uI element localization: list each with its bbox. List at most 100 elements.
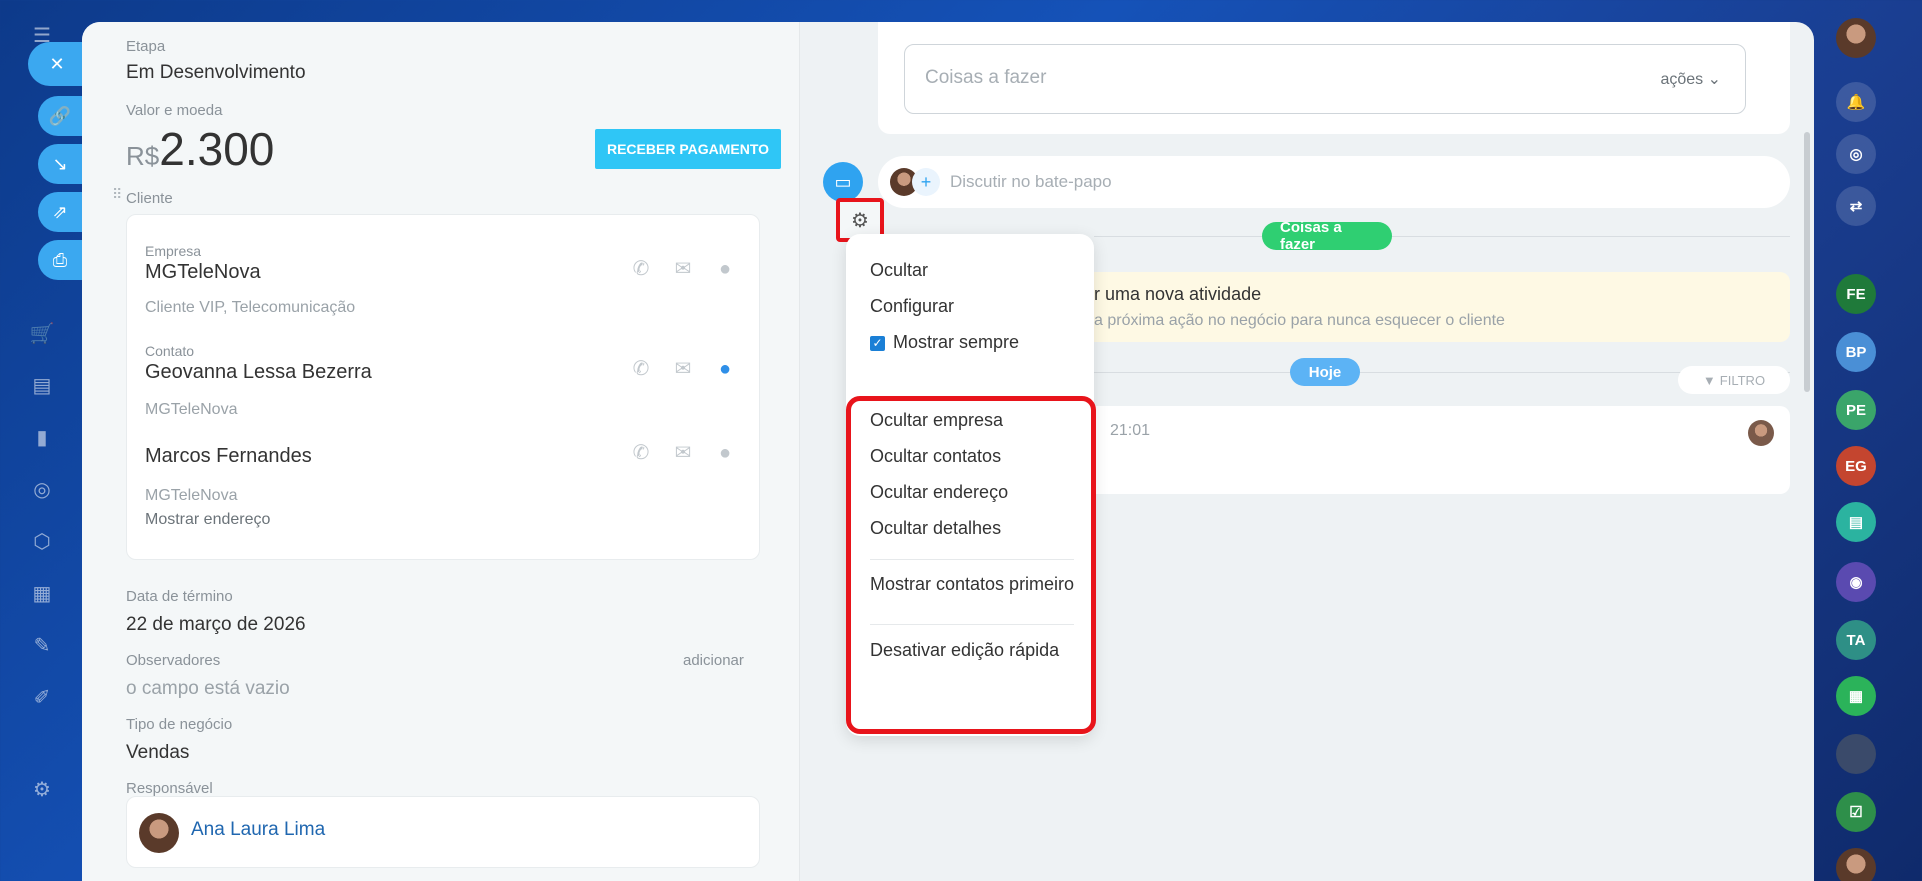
edit-icon[interactable]: ✐: [28, 684, 56, 712]
company-subtitle: Cliente VIP, Telecomunicação: [145, 299, 356, 316]
checkbox-checked-icon[interactable]: ✓: [870, 336, 885, 351]
pen-icon[interactable]: ✎: [28, 632, 56, 660]
mail-icon[interactable]: ✉: [671, 257, 695, 281]
chat-icon[interactable]: ●: [713, 357, 737, 381]
client-label: Cliente: [126, 190, 173, 207]
group-icon[interactable]: ◉: [1836, 562, 1876, 602]
avatar[interactable]: [1836, 734, 1876, 774]
phone-icon[interactable]: ✆: [629, 441, 653, 465]
checkbox-icon[interactable]: ☑: [1836, 792, 1876, 832]
todo-input[interactable]: Coisas a fazer ações ⌄: [904, 44, 1746, 114]
todo-placeholder: Coisas a fazer: [925, 67, 1047, 88]
today-badge: Hoje: [1290, 358, 1360, 386]
client-card: Empresa MGTeleNova ✆ ✉ ● Cliente VIP, Te…: [126, 214, 760, 560]
cart-icon[interactable]: 🛒: [28, 320, 56, 348]
contact-2-actions: ✆ ✉ ●: [629, 441, 737, 465]
amount: 2.300: [159, 123, 275, 175]
receive-payment-button[interactable]: RECEBER PAGAMENTO: [595, 129, 781, 169]
stage-label: Etapa: [126, 38, 166, 55]
stage-value[interactable]: Em Desenvolvimento: [126, 62, 306, 84]
phone-icon[interactable]: ✆: [629, 357, 653, 381]
deal-type-label: Tipo de negócio: [126, 716, 233, 733]
avatar: [1748, 420, 1774, 446]
menu-item-show-always[interactable]: ✓ Mostrar sempre: [870, 332, 1019, 353]
arrow-down-right-icon: ↘: [52, 153, 68, 174]
mail-icon[interactable]: ✉: [671, 441, 695, 465]
filter-button[interactable]: ▼ FILTRO: [1678, 366, 1790, 394]
avatar-pe[interactable]: PE: [1836, 390, 1876, 430]
observers-value[interactable]: o campo está vazio: [126, 678, 290, 700]
chat-placeholder: Discutir no bate-papo: [950, 172, 1112, 191]
todo-actions-label: ações: [1660, 71, 1704, 88]
timeline-divider: [1094, 236, 1790, 237]
mail-icon[interactable]: ✉: [671, 357, 695, 381]
contact-name[interactable]: Geovanna Lessa Bezerra: [145, 361, 372, 384]
avatar[interactable]: [1836, 18, 1876, 58]
phone-icon[interactable]: ✆: [629, 257, 653, 281]
deal-type-value[interactable]: Vendas: [126, 742, 189, 764]
contact-2-subtitle: MGTeleNova: [145, 487, 238, 504]
activity-icon[interactable]: ◎: [1836, 134, 1876, 174]
avatar-eg[interactable]: EG: [1836, 446, 1876, 486]
show-always-label: Mostrar sempre: [893, 332, 1020, 352]
open-new-window-button[interactable]: ⇗: [38, 192, 82, 232]
right-navigation: 🔔 ◎ ⇄ FE BP PE EG ▤ ◉ TA ▦ ☑: [1814, 0, 1922, 881]
menu-item-configure[interactable]: Configurar: [870, 296, 954, 317]
history-time: 21:01: [1110, 422, 1151, 439]
card-icon[interactable]: ▤: [28, 372, 56, 400]
bell-icon[interactable]: 🔔: [1836, 82, 1876, 122]
deal-fields-column: Etapa Em Desenvolvimento Valor e moeda R…: [82, 22, 800, 881]
avatar[interactable]: [1836, 848, 1876, 881]
avatar-ta[interactable]: TA: [1836, 620, 1876, 660]
store-icon[interactable]: ▦: [28, 580, 56, 608]
deal-slider: Etapa Em Desenvolvimento Valor e moeda R…: [82, 22, 1814, 881]
filter-icon: ▼: [1702, 372, 1716, 388]
history-card: 21:01: [1094, 406, 1790, 494]
link-icon: 🔗: [48, 105, 72, 126]
amount-value[interactable]: R$2.300: [126, 122, 274, 176]
exchange-icon[interactable]: ⇄: [1836, 186, 1876, 226]
contact-actions: ✆ ✉ ●: [629, 357, 737, 381]
close-icon: ✕: [49, 53, 65, 74]
show-address-link[interactable]: Mostrar endereço: [145, 511, 270, 529]
chat-bar[interactable]: + Discutir no bate-papo: [878, 156, 1790, 208]
add-participant-icon[interactable]: +: [912, 168, 940, 196]
chat-icon[interactable]: ●: [713, 441, 737, 465]
responsible-name[interactable]: Ana Laura Lima: [191, 819, 325, 841]
contact-name-2[interactable]: Marcos Fernandes: [145, 445, 312, 468]
external-link-icon: ⇗: [52, 201, 68, 222]
add-observer-link[interactable]: adicionar: [683, 652, 744, 669]
avatar-bp[interactable]: BP: [1836, 332, 1876, 372]
chat-icon[interactable]: ●: [713, 257, 737, 281]
task-list-icon[interactable]: ▦: [1836, 676, 1876, 716]
activity-subtitle: a próxima ação no negócio para nunca esq…: [1094, 312, 1505, 329]
new-activity-box[interactable]: r uma nova atividade a próxima ação no n…: [1094, 272, 1790, 342]
chat-group-icon[interactable]: ▤: [1836, 502, 1876, 542]
settings-icon[interactable]: ⚙: [28, 776, 56, 804]
avatar-fe[interactable]: FE: [1836, 274, 1876, 314]
menu-item-hide[interactable]: Ocultar: [870, 260, 928, 281]
todo-panel: Coisas a fazer ações ⌄: [878, 22, 1790, 134]
responsible-card: Ana Laura Lima: [126, 796, 760, 868]
print-button[interactable]: ⎙: [38, 240, 82, 280]
robot-icon[interactable]: ◎: [28, 476, 56, 504]
amount-label: Valor e moeda: [126, 102, 223, 119]
activity-title: r uma nova atividade: [1094, 284, 1262, 304]
chart-icon[interactable]: ▮: [28, 424, 56, 452]
highlight-frame: [846, 396, 1096, 734]
box-icon[interactable]: ⬡: [28, 528, 56, 556]
chat-bubble-icon: ▭: [823, 162, 863, 202]
drag-handle-icon[interactable]: ⠿: [112, 187, 122, 208]
close-slider-button[interactable]: ✕: [28, 42, 86, 86]
scrollbar[interactable]: [1804, 132, 1810, 392]
responsible-label: Responsável: [126, 780, 213, 797]
minimize-button[interactable]: ↘: [38, 144, 82, 184]
end-date-label: Data de término: [126, 588, 233, 605]
todo-actions-dropdown[interactable]: ações ⌄: [1660, 69, 1721, 89]
company-name[interactable]: MGTeleNova: [145, 261, 261, 284]
copy-link-button[interactable]: 🔗: [38, 96, 82, 136]
todo-badge: Coisas a fazer: [1262, 219, 1392, 253]
end-date-value[interactable]: 22 de março de 2026: [126, 614, 306, 636]
currency: R$: [126, 141, 160, 171]
avatar: [139, 813, 179, 853]
